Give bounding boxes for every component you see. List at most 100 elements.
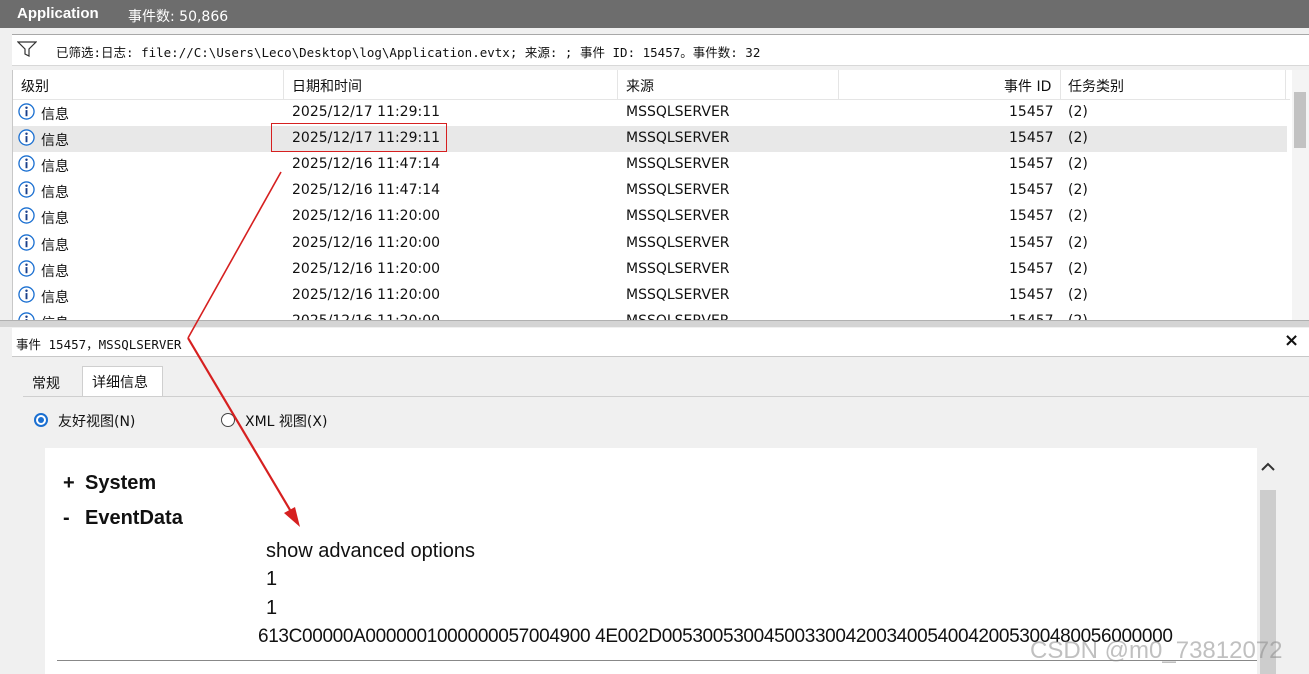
event-data-value: 1 — [266, 568, 278, 590]
column-header-source[interactable]: 来源 — [626, 76, 654, 96]
tab-details[interactable]: 详细信息 — [82, 366, 163, 397]
event-id-cell: 15457 — [1009, 313, 1054, 320]
table-row[interactable]: 信息 2025/12/16 11:47:14 MSSQLSERVER 15457 (2) — [13, 152, 1287, 178]
source-cell: MSSQLSERVER — [626, 182, 730, 199]
table-row[interactable]: 信息 2025/12/16 11:20:00 MSSQLSERVER 15457 (2) — [13, 309, 1287, 320]
task-category-cell: (2) — [1068, 260, 1088, 277]
datetime-cell: 2025/12/16 11:20:00 — [292, 260, 441, 277]
grid-scrollbar-thumb[interactable] — [1294, 92, 1306, 148]
event-id-cell: 15457 — [1009, 103, 1054, 120]
grid-header: 级别 日期和时间 来源 事件 ID 任务类别 — [13, 70, 1290, 100]
grid-scrollbar[interactable] — [1292, 70, 1309, 320]
eventdata-node-label: EventData — [85, 507, 183, 529]
watermark: CSDN @m0_73812072 — [1030, 637, 1283, 664]
close-icon[interactable]: × — [1284, 330, 1299, 351]
source-cell: MSSQLSERVER — [626, 313, 730, 320]
window-titlebar: Application 事件数: 50,866 — [0, 0, 1309, 28]
task-category-cell: (2) — [1068, 313, 1088, 320]
tab-general[interactable]: 常规 — [23, 366, 79, 396]
detail-title: 事件 15457，MSSQLSERVER — [16, 337, 182, 352]
task-category-cell: (2) — [1068, 129, 1088, 146]
info-icon — [18, 259, 35, 277]
task-category-cell: (2) — [1068, 286, 1088, 303]
level-cell: 信息 — [41, 158, 69, 175]
radio-selected-icon — [34, 413, 48, 427]
column-header-event-id[interactable]: 事件 ID — [1004, 76, 1051, 96]
info-icon — [18, 233, 35, 251]
events-grid[interactable]: 级别 日期和时间 来源 事件 ID 任务类别 信息 2025/12/17 11:2… — [12, 70, 1309, 320]
info-icon — [18, 181, 35, 198]
expand-icon[interactable]: + — [63, 472, 85, 495]
event-data-value: 1 — [266, 597, 278, 619]
tab-details-label: 详细信息 — [92, 375, 148, 391]
info-icon — [18, 312, 35, 320]
event-count: 事件数: 50,866 — [128, 9, 229, 25]
column-divider[interactable] — [1285, 70, 1286, 99]
system-node-label: System — [85, 472, 157, 494]
column-header-datetime[interactable]: 日期和时间 — [292, 76, 362, 96]
collapse-icon[interactable]: - — [63, 507, 85, 530]
task-category-cell: (2) — [1068, 155, 1088, 172]
column-divider[interactable] — [1060, 70, 1061, 99]
eventdata-node[interactable]: - EventData — [63, 507, 183, 530]
source-cell: MSSQLSERVER — [626, 234, 730, 251]
radio-unselected-icon — [221, 413, 235, 427]
column-header-task[interactable]: 任务类别 — [1068, 76, 1124, 96]
event-id-cell: 15457 — [1009, 286, 1054, 303]
table-row[interactable]: 信息 2025/12/16 11:47:14 MSSQLSERVER 15457 (2) — [13, 178, 1287, 204]
source-cell: MSSQLSERVER — [626, 260, 730, 277]
filter-description: 已筛选:日志: file://C:\Users\Leco\Desktop\log… — [56, 45, 761, 60]
event-data-value: show advanced options — [266, 540, 476, 562]
chevron-up-icon[interactable] — [1261, 462, 1275, 472]
app-title: Application — [17, 5, 99, 22]
datetime-cell: 2025/12/16 11:47:14 — [292, 155, 441, 172]
event-id-cell: 15457 — [1009, 155, 1054, 172]
source-cell: MSSQLSERVER — [626, 155, 730, 172]
datetime-cell: 2025/12/16 11:20:00 — [292, 208, 441, 225]
info-icon — [18, 155, 35, 172]
info-icon — [18, 128, 35, 146]
table-row[interactable]: 信息 2025/12/17 11:29:11 MSSQLSERVER 15457 (2) — [13, 125, 1287, 152]
source-cell: MSSQLSERVER — [626, 286, 730, 303]
tab-general-label: 常规 — [32, 376, 60, 392]
table-row[interactable]: 信息 2025/12/16 11:20:00 MSSQLSERVER 15457 (2) — [13, 231, 1287, 257]
column-header-level[interactable]: 级别 — [21, 76, 49, 96]
event-id-cell: 15457 — [1009, 129, 1054, 146]
level-cell: 信息 — [41, 132, 69, 149]
friendly-view-label: 友好视图(N) — [58, 414, 136, 430]
event-id-cell: 15457 — [1009, 208, 1054, 225]
level-cell: 信息 — [41, 185, 69, 202]
tab-divider — [23, 396, 1309, 397]
datetime-cell: 2025/12/17 11:29:11 — [292, 103, 441, 120]
level-cell: 信息 — [41, 313, 69, 320]
event-id-cell: 15457 — [1009, 182, 1054, 199]
filter-bar: 已筛选:日志: file://C:\Users\Leco\Desktop\log… — [12, 34, 1309, 66]
info-icon — [18, 207, 35, 225]
column-divider[interactable] — [617, 70, 618, 99]
info-icon — [18, 102, 35, 120]
column-divider[interactable] — [283, 70, 284, 99]
table-row[interactable]: 信息 2025/12/17 11:29:11 MSSQLSERVER 15457 (2) — [13, 100, 1287, 126]
level-cell: 信息 — [41, 237, 69, 254]
level-cell: 信息 — [41, 289, 69, 306]
datetime-cell: 2025/12/16 11:20:00 — [292, 234, 441, 251]
task-category-cell: (2) — [1068, 103, 1088, 120]
xml-view-label: XML 视图(X) — [245, 414, 328, 430]
table-row[interactable]: 信息 2025/12/16 11:20:00 MSSQLSERVER 15457 (2) — [13, 257, 1287, 283]
funnel-icon — [17, 41, 37, 57]
datetime-cell: 2025/12/16 11:20:00 — [292, 313, 440, 320]
column-divider[interactable] — [838, 70, 839, 99]
event-id-cell: 15457 — [1009, 260, 1054, 277]
level-cell: 信息 — [41, 263, 69, 280]
table-row[interactable]: 信息 2025/12/16 11:20:00 MSSQLSERVER 15457 (2) — [13, 283, 1287, 309]
pane-splitter[interactable] — [0, 320, 1309, 327]
source-cell: MSSQLSERVER — [626, 129, 730, 146]
system-node[interactable]: + System — [63, 472, 156, 495]
event-id-cell: 15457 — [1009, 234, 1054, 251]
task-category-cell: (2) — [1068, 234, 1088, 251]
datetime-cell: 2025/12/16 11:47:14 — [292, 182, 441, 199]
level-cell: 信息 — [41, 106, 69, 123]
level-cell: 信息 — [41, 211, 69, 228]
source-cell: MSSQLSERVER — [626, 208, 730, 225]
table-row[interactable]: 信息 2025/12/16 11:20:00 MSSQLSERVER 15457 (2) — [13, 204, 1287, 230]
